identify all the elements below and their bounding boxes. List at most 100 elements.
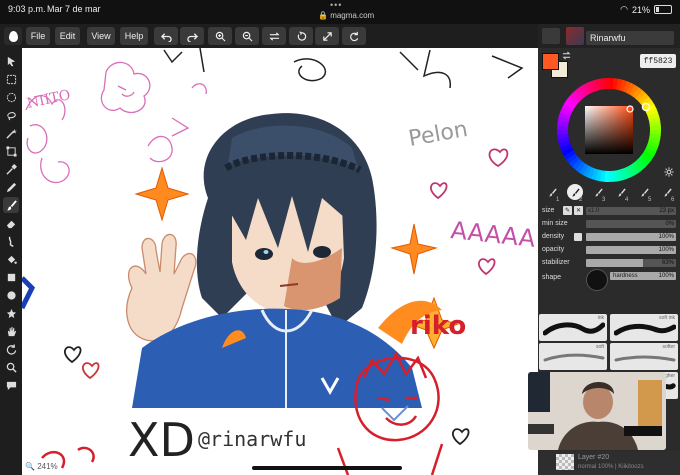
stabilizer-fill <box>586 259 643 267</box>
participant-thumbnail[interactable] <box>542 28 560 44</box>
user-name[interactable]: Rinarwfu <box>586 31 674 45</box>
size-pressure-toggle[interactable]: ✎ <box>563 206 572 215</box>
tool-hand[interactable] <box>3 323 19 339</box>
zoom-out-button[interactable] <box>235 27 259 45</box>
file-menu-button[interactable]: File <box>26 27 50 45</box>
tool-move[interactable] <box>3 53 19 69</box>
brush-slot-number: 6 <box>671 197 675 203</box>
zoom-indicator[interactable]: 🔍 241% <box>25 462 58 471</box>
tool-eyedropper[interactable] <box>3 161 19 177</box>
ellipse-select-icon <box>6 92 16 102</box>
undo-button[interactable] <box>154 27 178 45</box>
opacity-label: opacity <box>542 246 565 253</box>
hex-color-input[interactable]: ff5823 <box>640 54 676 68</box>
hardness-label: hardness <box>613 273 638 279</box>
min-size-label: min size <box>542 220 568 227</box>
density-slider[interactable]: 100% <box>586 233 676 241</box>
url-label[interactable]: 🔒 magma.com <box>318 11 374 20</box>
stabilizer-slider[interactable]: 63% <box>586 259 676 267</box>
pencil-icon <box>6 182 16 192</box>
home-indicator[interactable] <box>252 466 402 470</box>
eraser-icon <box>6 220 15 228</box>
swap-colors-icon[interactable] <box>562 51 571 60</box>
min-size-slider[interactable]: 0% <box>586 220 676 228</box>
fullscreen-button[interactable] <box>315 27 339 45</box>
brush-slot-number: 5 <box>648 197 652 203</box>
brush-icon <box>617 187 626 196</box>
brush-icon <box>6 199 17 210</box>
color-wheel-graphic <box>557 78 661 182</box>
brush-preset-soft[interactable]: soft <box>539 343 607 370</box>
tool-ellipse[interactable] <box>3 287 19 303</box>
size-slider[interactable]: x1.0 23 px <box>586 207 676 215</box>
tool-transform[interactable] <box>3 143 19 159</box>
reset-view-button[interactable] <box>342 27 366 45</box>
tool-rectangle[interactable] <box>3 269 19 285</box>
video-call-overlay[interactable] <box>528 372 666 450</box>
tool-shape-star[interactable] <box>3 305 19 321</box>
brush-preset-soft-ink[interactable]: soft ink <box>610 314 678 341</box>
help-menu-button[interactable]: Help <box>120 27 148 45</box>
tool-rect-select[interactable] <box>3 71 19 87</box>
brush-icon <box>548 187 557 196</box>
tool-smudge[interactable] <box>3 233 19 249</box>
brush-preset-ink[interactable]: ink <box>539 314 607 341</box>
density-value: 100% <box>658 234 674 240</box>
brush-slot-number: 3 <box>602 197 606 203</box>
hand-icon <box>7 326 16 336</box>
density-checkbox[interactable] <box>574 233 582 241</box>
zoom-in-button[interactable] <box>208 27 232 45</box>
rotate-button[interactable] <box>289 27 313 45</box>
layer-thumbnail <box>556 454 574 470</box>
lasso-icon <box>6 111 16 120</box>
tool-comment[interactable] <box>3 377 19 393</box>
primary-color-swatch[interactable] <box>542 53 559 70</box>
tool-pencil[interactable] <box>3 179 19 195</box>
brush-icon <box>663 187 672 196</box>
hardness-slider[interactable]: hardness 100% <box>610 272 676 280</box>
tool-magic-wand[interactable] <box>3 125 19 141</box>
pelon-text: Pelon <box>407 117 470 152</box>
battery-icon <box>654 5 672 14</box>
magma-logo-icon[interactable] <box>4 27 22 45</box>
size-value: 23 px <box>659 208 674 214</box>
tool-brush[interactable] <box>3 197 19 213</box>
brush-preset-softer[interactable]: softer <box>610 343 678 370</box>
layer-row[interactable]: Layer #20 normal 100% | Kiikitoozs <box>538 451 680 475</box>
zoom-icon <box>6 362 17 373</box>
tool-eraser[interactable] <box>3 215 19 231</box>
rotate-icon <box>297 30 306 41</box>
transform-icon <box>5 145 17 157</box>
tool-ellipse-select[interactable] <box>3 89 19 105</box>
stabilizer-label: stabilizer <box>542 259 570 266</box>
menu-bar: File Edit View Help <box>0 24 538 48</box>
status-time: 9:03 p.m. <box>8 4 46 14</box>
expand-icon <box>322 31 332 41</box>
multitask-dots-icon[interactable]: ••• <box>330 0 342 10</box>
color-wheel[interactable] <box>556 77 662 183</box>
brush-shape-preview[interactable] <box>586 269 608 291</box>
avatar[interactable] <box>566 27 584 45</box>
zoom-out-icon <box>242 31 252 41</box>
tool-lasso[interactable] <box>3 107 19 123</box>
brush-stroke-preview <box>543 322 605 336</box>
edit-menu-button[interactable]: Edit <box>55 27 80 45</box>
drawing-canvas[interactable]: NIITO Pelon AAAAA riko XD @rinarwfu <box>22 48 538 475</box>
paint-bucket-icon <box>7 255 17 264</box>
tool-bar <box>0 48 22 475</box>
brush-slots: 1 2 3 4 5 6 <box>540 184 678 208</box>
size-close-button[interactable]: ✕ <box>574 206 583 215</box>
tool-rotate-view[interactable] <box>3 341 19 357</box>
density-label: density <box>542 233 565 240</box>
tool-zoom[interactable] <box>3 359 19 375</box>
opacity-slider[interactable]: 100% <box>586 246 676 254</box>
size-label: size <box>542 207 555 214</box>
view-menu-button[interactable]: View <box>87 27 115 45</box>
rect-select-icon <box>6 74 16 84</box>
tool-fill[interactable] <box>3 251 19 267</box>
magic-wand-icon <box>5 128 17 139</box>
gear-icon[interactable] <box>664 167 674 177</box>
flip-icon <box>268 31 280 41</box>
flip-horizontal-button[interactable] <box>262 27 286 45</box>
redo-button[interactable] <box>180 27 204 45</box>
